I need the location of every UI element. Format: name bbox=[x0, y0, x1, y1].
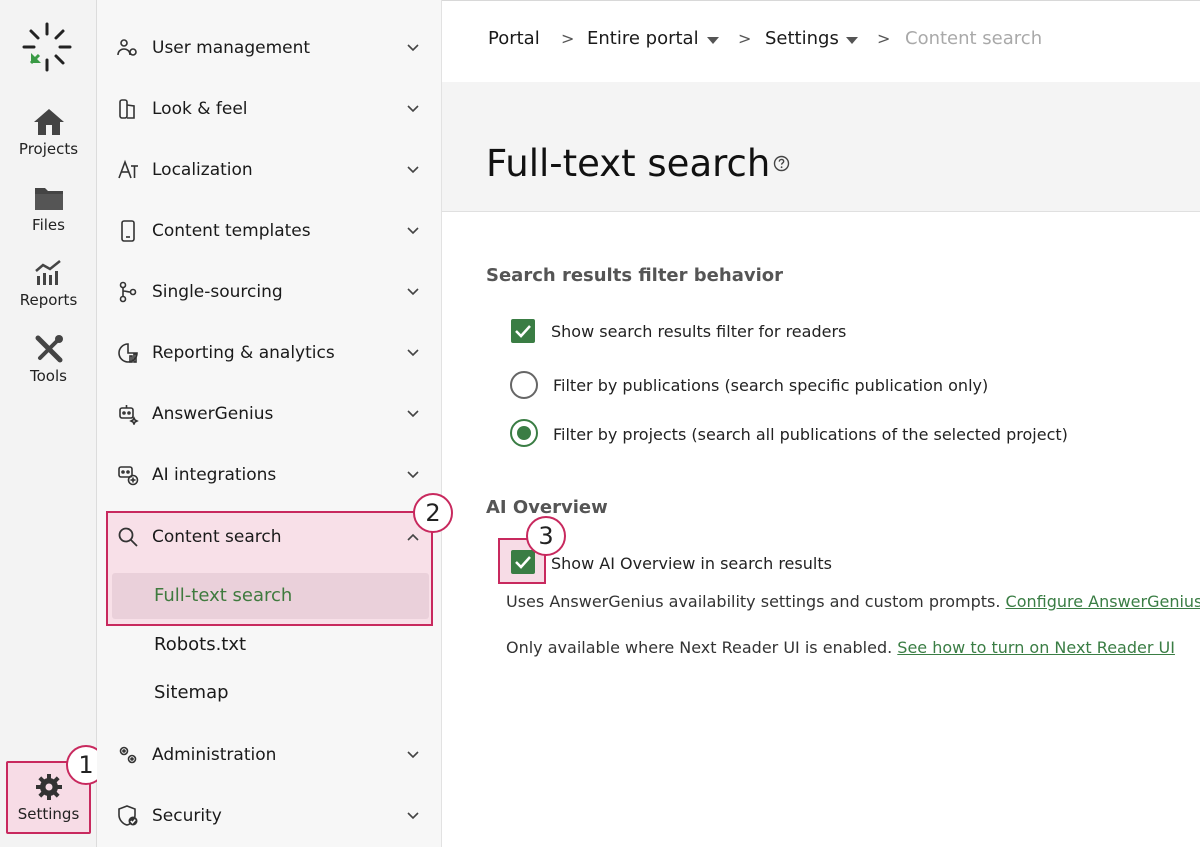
nav-item-content-search[interactable]: Content search bbox=[97, 517, 442, 557]
filter-by-projects-label: Filter by projects (search all publicati… bbox=[553, 425, 1068, 444]
shield-icon bbox=[118, 805, 138, 826]
gears-icon bbox=[119, 746, 137, 764]
pie-chart-icon bbox=[118, 343, 138, 363]
nav-item-content-templates[interactable]: Content templates bbox=[97, 211, 442, 251]
page-title: Full-text search bbox=[486, 142, 771, 185]
rail-label: Files bbox=[32, 216, 65, 234]
rail-label: Tools bbox=[30, 367, 67, 385]
chevron-down-icon bbox=[407, 471, 419, 479]
caret-down-icon[interactable] bbox=[707, 37, 719, 44]
chevron-down-icon bbox=[407, 288, 419, 296]
callout-badge-2: 2 bbox=[413, 493, 453, 533]
branch-icon bbox=[119, 281, 137, 303]
chevron-down-icon bbox=[407, 349, 419, 357]
ai-section-title: AI Overview bbox=[486, 497, 608, 518]
rail-item-tools[interactable]: Tools bbox=[0, 333, 97, 385]
show-filter-checkbox[interactable] bbox=[511, 319, 535, 343]
filter-by-publications-radio[interactable] bbox=[510, 371, 538, 399]
rail-item-projects[interactable]: Projects bbox=[0, 106, 97, 158]
folder-icon bbox=[34, 188, 63, 210]
search-icon bbox=[118, 527, 138, 547]
translate-icon bbox=[118, 159, 138, 179]
chevron-up-icon bbox=[407, 533, 419, 541]
help-icon[interactable] bbox=[773, 155, 790, 172]
chevron-down-icon bbox=[407, 166, 419, 174]
nav-item-look-and-feel[interactable]: Look & feel bbox=[97, 89, 442, 129]
users-gear-icon bbox=[117, 39, 137, 56]
breadcrumb-separator: > bbox=[738, 29, 752, 48]
filter-by-publications-label: Filter by publications (search specific … bbox=[553, 376, 989, 395]
chevron-down-icon bbox=[407, 751, 419, 759]
next-reader-ui-link[interactable]: See how to turn on Next Reader UI bbox=[897, 638, 1175, 657]
breadcrumb-portal[interactable]: Portal bbox=[488, 28, 540, 49]
device-icon bbox=[121, 220, 135, 242]
show-ai-overview-label: Show AI Overview in search results bbox=[551, 554, 832, 573]
rail-settings-label: Settings bbox=[17, 805, 80, 823]
ai-note-next-reader: Only available where Next Reader UI is e… bbox=[506, 638, 1175, 657]
nav-subitem-sitemap[interactable]: Sitemap bbox=[154, 682, 229, 703]
breadcrumb-separator: > bbox=[561, 29, 575, 48]
breadcrumb-separator: > bbox=[877, 29, 891, 48]
ai-note-2-text: Only available where Next Reader UI is e… bbox=[506, 638, 893, 657]
show-filter-label: Show search results filter for readers bbox=[551, 322, 847, 341]
rail-label: Projects bbox=[18, 140, 79, 158]
breadcrumb-settings[interactable]: Settings bbox=[765, 28, 839, 49]
nav-subitem-robots-txt[interactable]: Robots.txt bbox=[154, 634, 246, 655]
check-icon bbox=[515, 325, 531, 338]
configure-answergenius-link[interactable]: Configure AnswerGenius bbox=[1006, 592, 1200, 611]
left-rail: Projects Files Reports Tools Settings bbox=[0, 0, 97, 847]
rail-item-files[interactable]: Files bbox=[0, 182, 97, 234]
chevron-down-icon bbox=[407, 105, 419, 113]
ai-note-answergenius: Uses AnswerGenius availability settings … bbox=[506, 592, 1200, 611]
show-ai-overview-checkbox[interactable] bbox=[511, 550, 535, 574]
home-icon bbox=[33, 109, 64, 135]
nav-item-security[interactable]: Security bbox=[97, 796, 442, 836]
nav-item-localization[interactable]: Localization bbox=[97, 150, 442, 190]
chevron-down-icon bbox=[407, 410, 419, 418]
chevron-down-icon bbox=[407, 227, 419, 235]
nav-item-reporting-analytics[interactable]: Reporting & analytics bbox=[97, 333, 442, 373]
nav-item-ai-integrations[interactable]: AI integrations bbox=[97, 455, 442, 495]
nav-item-answergenius[interactable]: AnswerGenius bbox=[97, 394, 442, 434]
app-logo-icon[interactable] bbox=[22, 22, 72, 72]
check-icon bbox=[515, 556, 531, 569]
breadcrumb-entire-portal[interactable]: Entire portal bbox=[587, 28, 699, 49]
rail-item-reports[interactable]: Reports bbox=[0, 257, 97, 309]
chart-icon bbox=[34, 260, 61, 285]
filter-section-title: Search results filter behavior bbox=[486, 265, 783, 286]
nav-item-single-sourcing[interactable]: Single-sourcing bbox=[97, 272, 442, 312]
callout-badge-3: 3 bbox=[526, 516, 566, 556]
rail-label: Reports bbox=[19, 291, 78, 309]
palette-icon bbox=[119, 99, 135, 119]
robot-sparkle-icon bbox=[119, 405, 139, 425]
gear-icon bbox=[35, 774, 62, 800]
nav-item-administration[interactable]: Administration bbox=[97, 735, 442, 775]
robot-plus-icon bbox=[118, 466, 139, 486]
nav-item-user-management[interactable]: User management bbox=[97, 28, 442, 68]
caret-down-icon[interactable] bbox=[846, 37, 858, 44]
chevron-down-icon bbox=[407, 812, 419, 820]
nav-subitem-full-text-search-label: Full-text search bbox=[154, 585, 293, 606]
tools-icon bbox=[35, 335, 63, 363]
breadcrumb-current: Content search bbox=[905, 28, 1043, 49]
filter-by-projects-radio[interactable] bbox=[510, 419, 538, 447]
ai-note-1-text: Uses AnswerGenius availability settings … bbox=[506, 592, 1001, 611]
radio-selected-dot bbox=[517, 426, 531, 440]
chevron-down-icon bbox=[407, 44, 419, 52]
